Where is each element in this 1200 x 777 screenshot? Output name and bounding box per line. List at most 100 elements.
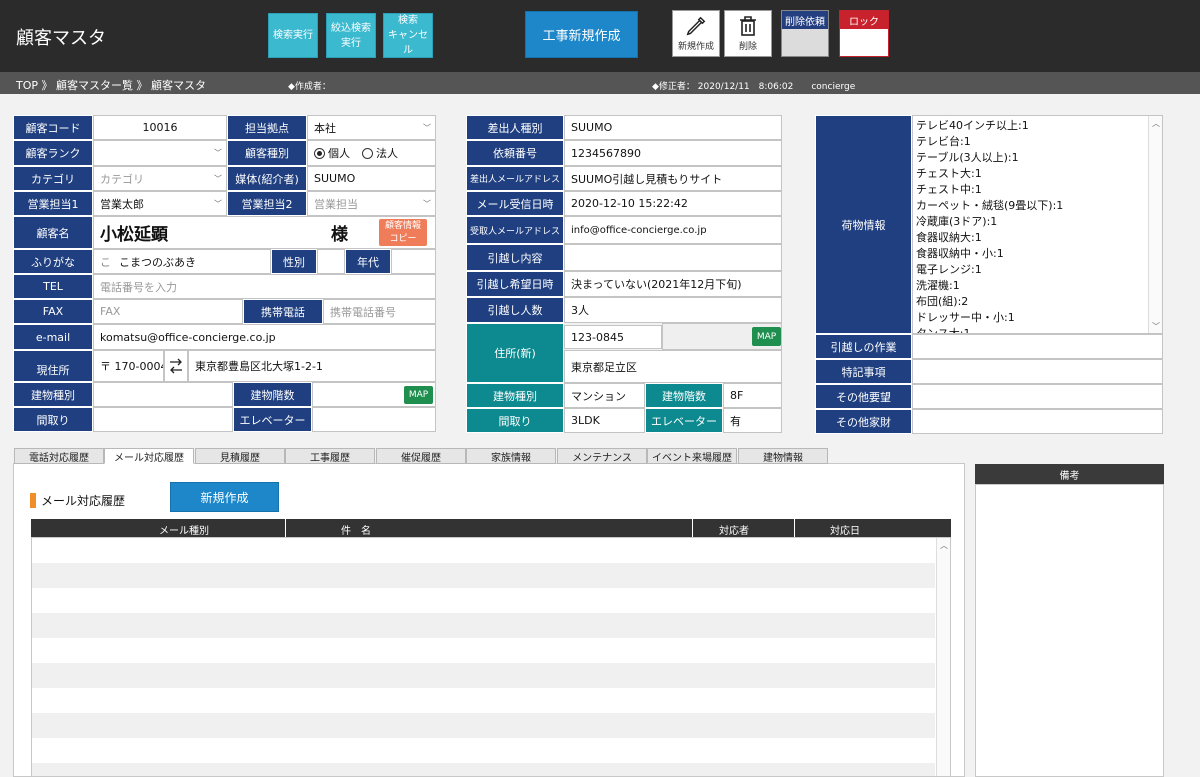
tab-family-info[interactable]: 家族情報 <box>466 448 556 464</box>
new-layout-label: 間取り <box>466 408 564 433</box>
tab-estimate-history[interactable]: 見積履歴 <box>195 448 285 464</box>
sender-type-value[interactable]: SUUMO <box>564 115 782 140</box>
age-value[interactable] <box>391 249 436 274</box>
sender-mail-value[interactable]: SUUMO引越し見積もりサイト <box>564 166 782 191</box>
move-date-value[interactable]: 決まっていない(2021年12月下旬) <box>564 271 782 297</box>
received-value[interactable]: 2020-12-10 15:22:42 <box>564 191 782 216</box>
mail-table-scrollbar[interactable]: ︿ <box>936 538 950 776</box>
category-select[interactable]: カテゴリ ﹀ <box>93 166 227 191</box>
table-row[interactable] <box>32 613 935 638</box>
scroll-up-icon[interactable]: ︿ <box>1149 116 1162 130</box>
sender-mail-label: 差出人メールアドレス <box>466 166 564 191</box>
cargo-scrollbar[interactable]: ︿ ﹀ <box>1148 116 1162 333</box>
rank-select[interactable]: ﹀ <box>93 140 227 166</box>
tab-mail-history[interactable]: メール対応履歴 <box>104 448 194 464</box>
zip-value[interactable]: 〒 170-0004 <box>93 350 164 382</box>
radio-personal[interactable] <box>314 147 325 159</box>
kana-label: ふりがな <box>13 249 93 274</box>
col-subject[interactable]: 件 名 <box>341 522 371 537</box>
tab-construction-history[interactable]: 工事履歴 <box>285 448 375 464</box>
new-floors-value[interactable]: 8F <box>723 383 782 408</box>
search-cancel-button[interactable]: 検索 キャンセル <box>383 13 433 58</box>
customer-code-value[interactable]: 10016 <box>93 115 227 140</box>
media-value[interactable]: SUUMO <box>307 166 436 191</box>
base-select[interactable]: 本社 ﹀ <box>307 115 436 140</box>
tab-phone-history[interactable]: 電話対応履歴 <box>14 448 104 464</box>
elevator-value[interactable] <box>312 407 436 432</box>
layout-value[interactable] <box>93 407 233 432</box>
new-record-button[interactable]: 新規作成 <box>672 10 720 57</box>
mail-new-button[interactable]: 新規作成 <box>170 482 279 512</box>
request-no-value[interactable]: 1234567890 <box>564 140 782 166</box>
scroll-up-icon[interactable]: ︿ <box>937 538 950 552</box>
move-content-value[interactable] <box>564 244 782 271</box>
new-layout-value[interactable]: 3LDK <box>564 408 645 433</box>
floors-label: 建物階数 <box>233 382 312 407</box>
table-row[interactable] <box>32 538 935 563</box>
search-button[interactable]: 検索実行 <box>268 13 318 58</box>
customer-name-label: 顧客名 <box>13 216 93 249</box>
other-request-value[interactable] <box>912 384 1163 409</box>
new-zip-value[interactable]: 123-0845 <box>564 325 662 349</box>
tab-building-info[interactable]: 建物情報 <box>738 448 828 464</box>
delete-request-button[interactable]: 削除依頼 <box>781 10 829 57</box>
building-type-value[interactable] <box>93 382 233 407</box>
move-work-value[interactable] <box>912 334 1163 359</box>
new-address-value[interactable]: 東京都足立区 <box>564 350 782 383</box>
table-row[interactable] <box>32 588 935 613</box>
table-row[interactable] <box>32 738 935 763</box>
recipient-mail-value[interactable]: info@office-concierge.co.jp <box>564 216 782 244</box>
lock-button[interactable]: ロック <box>839 10 889 57</box>
cargo-item: 冷蔵庫(3ドア):1 <box>916 215 998 228</box>
sales2-select[interactable]: 営業担当 ﹀ <box>307 191 436 216</box>
cargo-list[interactable]: テレビ40インチ以上:1 テレビ台:1 テーブル(3人以上):1 チェスト大:1… <box>912 115 1163 334</box>
mail-section-title: メール対応履歴 <box>30 492 125 509</box>
tel-input[interactable]: 電話番号を入力 <box>93 274 436 299</box>
swap-address-button[interactable] <box>164 350 188 382</box>
chevron-down-icon: ﹀ <box>423 123 431 132</box>
new-building-type-value[interactable]: マンション <box>564 383 645 408</box>
tab-reminder-history[interactable]: 催促履歴 <box>376 448 466 464</box>
tel-label: TEL <box>13 274 93 299</box>
mail-table-body[interactable]: ︿ <box>31 537 951 777</box>
address-value[interactable]: 東京都豊島区北大塚1-2-1 <box>188 350 436 382</box>
new-construction-button[interactable]: 工事新規作成 <box>525 11 638 58</box>
sales2-placeholder: 営業担当 <box>314 197 358 211</box>
mobile-input[interactable]: 携帯電話番号 <box>323 299 436 324</box>
col-handler[interactable]: 対応者 <box>719 522 749 537</box>
table-row[interactable] <box>32 763 935 776</box>
radio-corp-label: 法人 <box>376 147 398 160</box>
other-goods-value[interactable] <box>912 409 1163 434</box>
breadcrumb-path[interactable]: TOP 》 顧客マスター覧 》 顧客マスタ <box>16 77 206 93</box>
cargo-item: 洗濯機:1 <box>916 279 960 292</box>
narrow-search-button[interactable]: 絞込検索 実行 <box>326 13 376 58</box>
delete-button[interactable]: 削除 <box>724 10 772 57</box>
new-address-map-button[interactable]: MAP <box>752 327 781 346</box>
kana-value[interactable]: ここまつのぶあき <box>93 249 271 274</box>
copy-customer-button[interactable]: 顧客情報 コピー <box>379 219 427 246</box>
scroll-down-icon[interactable]: ﹀ <box>1149 319 1162 333</box>
chevron-down-icon: ﹀ <box>214 199 222 208</box>
section-marker <box>30 493 36 508</box>
table-row[interactable] <box>32 563 935 588</box>
col-mail-type[interactable]: メール種別 <box>159 522 209 537</box>
notes-textarea[interactable] <box>975 484 1164 777</box>
fax-input[interactable]: FAX <box>93 299 243 324</box>
table-row[interactable] <box>32 688 935 713</box>
people-value[interactable]: 3人 <box>564 297 782 323</box>
col-date[interactable]: 対応日 <box>830 522 860 537</box>
table-row[interactable] <box>32 713 935 738</box>
sales1-select[interactable]: 営業太郎 ﹀ <box>93 191 227 216</box>
table-row[interactable] <box>32 663 935 688</box>
email-value[interactable]: komatsu@office-concierge.co.jp <box>93 324 436 350</box>
gender-value[interactable] <box>317 249 345 274</box>
special-notes-value[interactable] <box>912 359 1163 384</box>
cargo-label: 荷物情報 <box>815 115 912 334</box>
tab-maintenance[interactable]: メンテナンス <box>557 448 647 464</box>
radio-corp[interactable] <box>362 147 373 159</box>
map-button[interactable]: MAP <box>404 386 433 404</box>
tab-event-history[interactable]: イベント来場履歴 <box>647 448 737 464</box>
new-elevator-value[interactable]: 有 <box>723 408 782 433</box>
table-row[interactable] <box>32 638 935 663</box>
move-work-label: 引越しの作業 <box>815 334 912 359</box>
